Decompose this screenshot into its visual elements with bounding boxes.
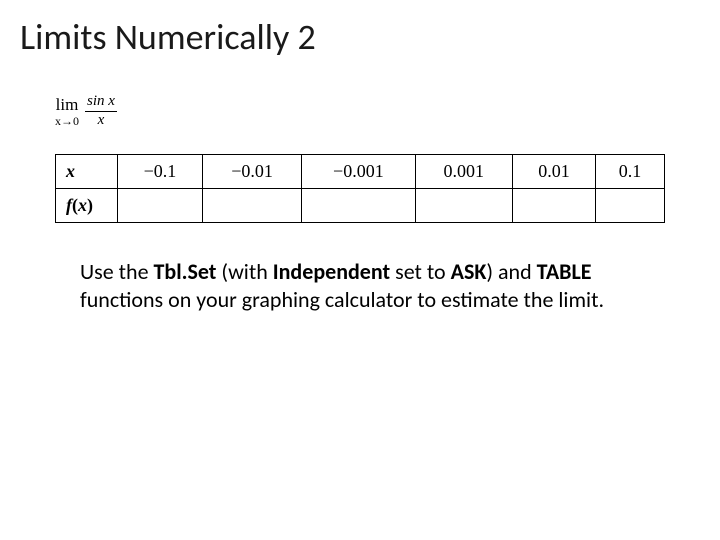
table-cell: 0.01 [512, 154, 595, 188]
text-bold: TABLE [537, 258, 592, 285]
table-cell [512, 188, 595, 222]
fraction-numerator: sin x [85, 94, 117, 111]
text-span: Use the [80, 258, 154, 285]
table-cell: −0.001 [302, 154, 415, 188]
table-cell [118, 188, 203, 222]
table-cell: −0.1 [118, 154, 203, 188]
values-table: x −0.1 −0.01 −0.001 0.001 0.01 0.1 f(x) [55, 154, 665, 223]
table-cell: 0.1 [596, 154, 665, 188]
limit-symbol: lim [56, 96, 79, 113]
table-cell [302, 188, 415, 222]
text-bold: Independent [273, 258, 390, 285]
text-bold: ASK [451, 258, 487, 285]
limit-expression: lim x→0 sin x x [0, 69, 720, 154]
text-span: set to [390, 258, 450, 285]
instruction-text: Use the Tbl.Set (with Independent set to… [0, 223, 720, 315]
table-cell [596, 188, 665, 222]
table-cell: 0.001 [415, 154, 512, 188]
table-row: x −0.1 −0.01 −0.001 0.001 0.01 0.1 [56, 154, 665, 188]
text-span: functions on your graphing calculator to… [80, 286, 604, 313]
page-title: Limits Numerically 2 [0, 0, 720, 69]
fraction-denominator: x [85, 111, 117, 129]
table-row: f(x) [56, 188, 665, 222]
table-cell [415, 188, 512, 222]
limit-approach: x→0 [55, 115, 79, 127]
row-label-x: x [56, 154, 118, 188]
row-label-fx: f(x) [56, 188, 118, 222]
table-cell: −0.01 [202, 154, 301, 188]
text-span: (with [216, 258, 272, 285]
limit-fraction: sin x x [85, 94, 117, 129]
text-bold: Tbl.Set [154, 258, 217, 285]
text-span: ) and [486, 258, 536, 285]
fx-x: x [78, 195, 87, 215]
table-cell [202, 188, 301, 222]
fx-close: ) [87, 195, 93, 215]
